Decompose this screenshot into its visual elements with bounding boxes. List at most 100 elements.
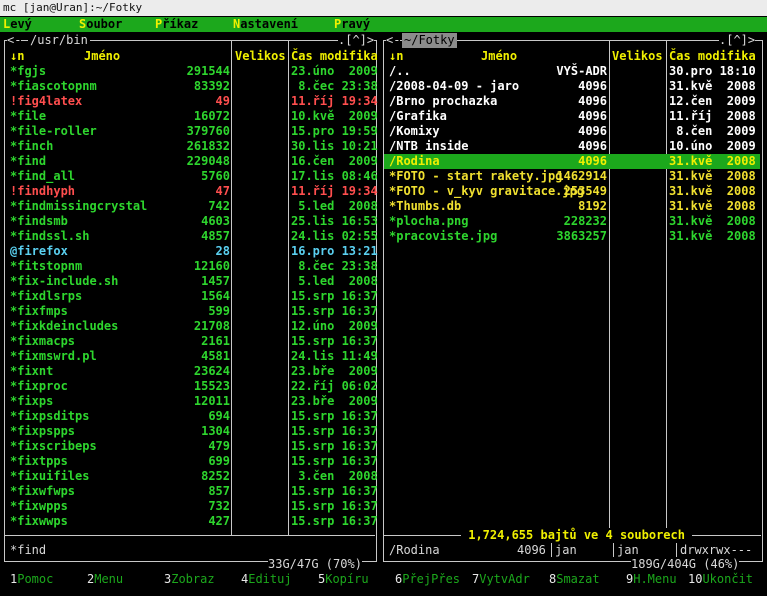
left-file-row[interactable]: *findssl.sh 4857 24.lis 02:55 xyxy=(5,229,378,244)
right-col-name[interactable]: Jméno xyxy=(481,49,517,64)
file-size: 479 xyxy=(208,439,230,453)
left-file-row[interactable]: *file 16072 10.kvě 2009 xyxy=(5,109,378,124)
right-info-sep-2 xyxy=(613,543,614,557)
right-file-row[interactable]: *pracoviste.jpg 3863257 31.kvě 2008 xyxy=(384,229,760,244)
left-file-row[interactable]: *fixwfwps 857 15.srp 16:37 xyxy=(5,484,378,499)
file-name: *pracoviste.jpg xyxy=(389,229,498,243)
menu-item-0[interactable]: Levý xyxy=(3,17,32,32)
fkey-2[interactable]: 2Menu xyxy=(87,572,123,587)
right-file-row[interactable]: *FOTO - start rakety.jpg 1462914 31.kvě 20… xyxy=(384,169,760,184)
file-name: *fixmswrd.pl xyxy=(10,349,97,363)
left-sort-indicator[interactable]: ↓n xyxy=(10,49,24,64)
right-panel[interactable]: <- ~/Fotky .[^]> ↓n Jméno Velikos Čas mo… xyxy=(383,33,763,572)
file-name: *Thumbs.db xyxy=(389,199,462,213)
file-size: 8192 xyxy=(578,199,607,213)
left-file-row[interactable]: *fixproc 15523 22.říj 06:02 xyxy=(5,379,378,394)
file-name: /2008-04-09 - jaro xyxy=(389,79,520,93)
fkey-6[interactable]: 6PřejPřes xyxy=(395,572,460,587)
file-mtime: 12.čen 2009 xyxy=(669,94,756,108)
left-file-row[interactable]: *findsmb 4603 25.lis 16:53 xyxy=(5,214,378,229)
file-mtime: 22.říj 06:02 xyxy=(291,379,378,393)
left-file-row[interactable]: *fixmacps 2161 15.srp 16:37 xyxy=(5,334,378,349)
left-file-row[interactable]: *fixnt 23624 23.bře 2009 xyxy=(5,364,378,379)
fkey-5[interactable]: 5Kopíru xyxy=(318,572,369,587)
fkey-10[interactable]: 10Ukončit xyxy=(688,572,753,587)
left-panel[interactable]: <- /usr/bin .[^]> ↓n Jméno Velikos Čas m… xyxy=(4,33,378,572)
right-col-time[interactable]: Čas modifika xyxy=(669,49,756,64)
right-file-row[interactable]: /2008-04-09 - jaro 4096 31.kvě 2008 xyxy=(384,79,760,94)
right-file-row[interactable]: *FOTO - v_kyv gravitace.jpg 253549 31.kvě … xyxy=(384,184,760,199)
right-file-row[interactable]: /NTB inside 4096 10.úno 2009 xyxy=(384,139,760,154)
fkey-9[interactable]: 9H.Menu xyxy=(626,572,677,587)
left-file-row[interactable]: *findmissingcrystal 742 5.led 2008 xyxy=(5,199,378,214)
file-size: 3863257 xyxy=(556,229,607,243)
left-col-name[interactable]: Jméno xyxy=(84,49,120,64)
right-sort-indicator[interactable]: ↓n xyxy=(389,49,403,64)
left-file-row[interactable]: *find_all 5760 17.lis 08:46 xyxy=(5,169,378,184)
right-col-size[interactable]: Velikos xyxy=(612,49,663,64)
left-file-row[interactable]: *fixpsditps 694 15.srp 16:37 xyxy=(5,409,378,424)
left-file-row[interactable]: *fixdlsrps 1564 15.srp 16:37 xyxy=(5,289,378,304)
left-file-row[interactable]: *fixpspps 1304 15.srp 16:37 xyxy=(5,424,378,439)
file-size: 732 xyxy=(208,499,230,513)
file-name: *findssl.sh xyxy=(10,229,90,243)
right-file-row[interactable]: /Grafika 4096 11.říj 2008 xyxy=(384,109,760,124)
left-file-row[interactable]: *fix-include.sh 1457 5.led 2008 xyxy=(5,274,378,289)
left-file-row[interactable]: *fixkdeincludes 21708 12.úno 2009 xyxy=(5,319,378,334)
file-mtime: 15.srp 16:37 xyxy=(291,454,378,468)
menu-item-3[interactable]: Nastavení xyxy=(233,17,298,32)
left-col-time[interactable]: Čas modifika xyxy=(291,49,378,64)
right-file-row[interactable]: /Brno prochazka 4096 12.čen 2009 xyxy=(384,94,760,109)
right-info-sep-1 xyxy=(551,543,552,557)
right-file-row[interactable]: /.. VYŠ-ADR 30.pro 18:10 xyxy=(384,64,760,79)
left-file-row[interactable]: *fgjs 291544 23.úno 2009 xyxy=(5,64,378,79)
fkey-7[interactable]: 7VytvAdr xyxy=(472,572,530,587)
file-size: 15523 xyxy=(193,379,230,393)
left-file-row[interactable]: @firefox 28 16.pro 13:21 xyxy=(5,244,378,259)
fkey-1[interactable]: 1Pomoc xyxy=(10,572,53,587)
left-file-row[interactable]: *file-roller 379760 15.pro 19:59 xyxy=(5,124,378,139)
left-col-size[interactable]: Velikos xyxy=(235,49,286,64)
file-name: *FOTO - start rakety.jpg xyxy=(389,169,563,183)
left-file-row[interactable]: !fig4latex 49 11.říj 19:34 xyxy=(5,94,378,109)
file-size: 12160 xyxy=(193,259,230,273)
file-mtime: 31.kvě 2008 xyxy=(669,214,756,228)
left-file-row[interactable]: *fixwpps 732 15.srp 16:37 xyxy=(5,499,378,514)
right-file-row[interactable]: /Rodina 4096 31.kvě 2008 xyxy=(384,154,760,169)
file-mtime: 30.pro 18:10 xyxy=(669,64,756,78)
right-panel-nav-back[interactable]: <- xyxy=(386,33,401,48)
left-file-row[interactable]: *fixscribeps 479 15.srp 16:37 xyxy=(5,439,378,454)
file-name: *fixtpps xyxy=(10,454,68,468)
fkey-3[interactable]: 3Zobraz xyxy=(164,572,215,587)
left-panel-nav-menu[interactable]: .[^]> xyxy=(338,33,375,48)
file-mtime: 23.úno 2009 xyxy=(291,64,378,78)
right-file-row[interactable]: /Komixy 4096 8.čen 2009 xyxy=(384,124,760,139)
left-panel-path[interactable]: /usr/bin xyxy=(28,33,90,48)
right-panel-nav-menu[interactable]: .[^]> xyxy=(719,33,756,48)
left-file-row[interactable]: *fixfmps 599 15.srp 16:37 xyxy=(5,304,378,319)
menu-item-1[interactable]: Soubor xyxy=(79,17,122,32)
left-file-row[interactable]: *fixuifiles 8252 3.čen 2008 xyxy=(5,469,378,484)
left-file-row[interactable]: *fixwwps 427 15.srp 16:37 xyxy=(5,514,378,529)
left-panel-nav-back[interactable]: <- xyxy=(7,33,22,48)
fkey-8[interactable]: 8Smazat xyxy=(549,572,600,587)
left-file-row[interactable]: *fixps 12011 23.bře 2009 xyxy=(5,394,378,409)
file-name: *find_all xyxy=(10,169,76,183)
file-mtime: 12.úno 2009 xyxy=(291,319,378,333)
left-file-row[interactable]: *fixmswrd.pl 4581 24.lis 11:49 xyxy=(5,349,378,364)
file-name: /Grafika xyxy=(389,109,447,123)
file-size: 1564 xyxy=(201,289,230,303)
left-file-row[interactable]: *finch 261832 30.lis 10:21 xyxy=(5,139,378,154)
fkey-4[interactable]: 4Edituj xyxy=(241,572,292,587)
right-file-row[interactable]: *Thumbs.db 8192 31.kvě 2008 xyxy=(384,199,760,214)
left-file-row[interactable]: *fiascotopnm 83392 8.čec 23:38 xyxy=(5,79,378,94)
left-file-row[interactable]: *fixtpps 699 15.srp 16:37 xyxy=(5,454,378,469)
menu-item-2[interactable]: Příkaz xyxy=(155,17,198,32)
left-file-row[interactable]: *fitstopnm 12160 8.čec 23:38 xyxy=(5,259,378,274)
left-file-row[interactable]: !findhyph 47 11.říj 19:34 xyxy=(5,184,378,199)
menu-item-4[interactable]: Pravý xyxy=(334,17,370,32)
left-file-row[interactable]: *find 229048 16.čen 2009 xyxy=(5,154,378,169)
right-panel-path[interactable]: ~/Fotky xyxy=(402,33,457,48)
right-file-row[interactable]: *plocha.png 228232 31.kvě 2008 xyxy=(384,214,760,229)
file-size: 4096 xyxy=(578,154,607,168)
